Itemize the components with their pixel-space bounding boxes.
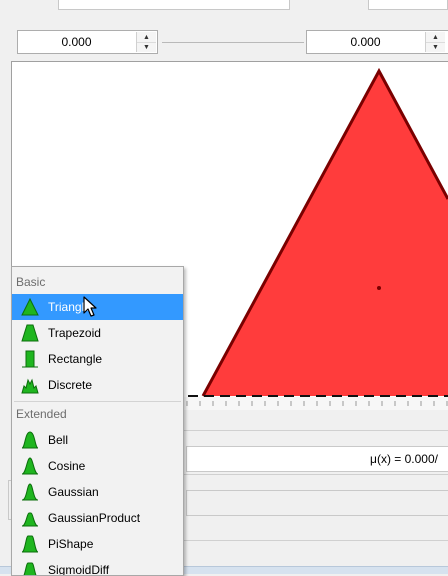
menu-item-label: Discrete (48, 378, 93, 392)
mouse-pointer-icon (83, 296, 97, 317)
triangle-icon (21, 298, 41, 316)
menu-item-bell[interactable]: Bell (12, 427, 183, 453)
trapezoid-icon (21, 324, 41, 342)
menu-item-sigmoid-difference[interactable]: SigmoidDiff (12, 557, 183, 576)
menu-section-header-extended: Extended (16, 407, 67, 421)
menu-item-label: PiShape (48, 537, 94, 551)
menu-item-label: Rectangle (48, 352, 103, 366)
menu-item-label: Trapezoid (48, 326, 101, 340)
menu-item-label: Bell (48, 433, 69, 447)
menu-item-discrete[interactable]: Discrete (12, 372, 183, 398)
bottom-input-field[interactable] (186, 490, 448, 516)
menu-item-pi-shape[interactable]: PiShape (12, 531, 183, 557)
menu-item-label: SigmoidDiff (48, 563, 110, 576)
bell-icon (21, 431, 41, 449)
menu-item-rectangle[interactable]: Rectangle (12, 346, 183, 372)
menu-item-gaussian[interactable]: Gaussian (12, 479, 183, 505)
pi-shape-icon (21, 535, 41, 553)
discrete-icon (21, 376, 41, 394)
membership-readout-field: μ(x) = 0.000/ (186, 446, 448, 472)
menu-item-cosine[interactable]: Cosine (12, 453, 183, 479)
menu-item-label: GaussianProduct (48, 511, 141, 525)
rectangle-icon (21, 350, 41, 368)
menu-item-trapezoid[interactable]: Trapezoid (12, 320, 183, 346)
gaussian-product-icon (21, 509, 41, 527)
gaussian-icon (21, 483, 41, 501)
cosine-icon (21, 457, 41, 475)
menu-section-header-basic: Basic (16, 275, 46, 289)
centroid-marker (377, 286, 381, 290)
membership-readout-text: μ(x) = 0.000/ (370, 452, 438, 466)
triangle-term-shape[interactable] (203, 71, 448, 396)
menu-item-label: Cosine (48, 459, 86, 473)
menu-item-gaussian-product[interactable]: GaussianProduct (12, 505, 183, 531)
menu-item-label: Gaussian (48, 485, 99, 499)
